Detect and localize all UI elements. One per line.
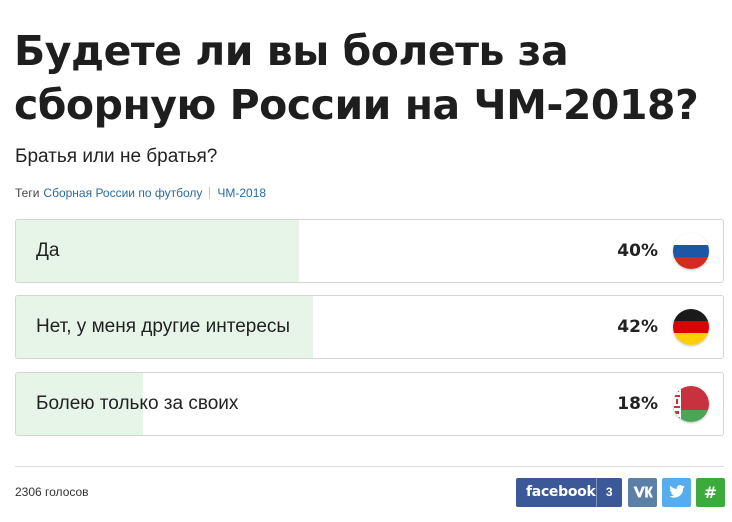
facebook-share-button[interactable]: facebook 3 bbox=[516, 478, 622, 507]
belarus-flag-icon bbox=[673, 386, 709, 422]
germany-flag-icon bbox=[673, 309, 709, 345]
hash-label: # bbox=[703, 483, 718, 502]
vk-icon bbox=[633, 483, 653, 502]
option-percent: 18% bbox=[617, 394, 658, 414]
poll-option-no[interactable]: Нет, у меня другие интересы 42% bbox=[15, 295, 724, 359]
option-label: Болею только за своих bbox=[36, 393, 239, 414]
option-label: Нет, у меня другие интересы bbox=[36, 316, 291, 337]
tag-link-wc-2018[interactable]: ЧМ-2018 bbox=[217, 185, 266, 201]
divider bbox=[15, 466, 724, 467]
tags-label: Теги bbox=[15, 186, 40, 200]
vote-count: 2306 голосов bbox=[15, 485, 89, 499]
facebook-label: facebook bbox=[526, 484, 596, 500]
vk-share-button[interactable] bbox=[628, 478, 657, 507]
facebook-share-count: 3 bbox=[595, 478, 622, 507]
option-percent: 40% bbox=[617, 241, 658, 261]
poll-title: Будете ли вы болеть за сборную России на… bbox=[14, 27, 699, 129]
twitter-share-button[interactable] bbox=[662, 478, 691, 507]
tag-separator bbox=[209, 187, 211, 199]
russia-flag-icon bbox=[673, 233, 709, 269]
option-label: Да bbox=[36, 240, 60, 261]
tag-link-russia-team[interactable]: Сборная России по футболу bbox=[43, 185, 202, 201]
option-percent: 42% bbox=[617, 317, 658, 337]
poll-option-own[interactable]: Болею только за своих 18% bbox=[15, 372, 724, 436]
hashtag-share-button[interactable]: # bbox=[696, 478, 725, 507]
poll-subtitle: Братья или не братья? bbox=[15, 146, 218, 167]
twitter-icon bbox=[668, 483, 685, 502]
poll-option-yes[interactable]: Да 40% bbox=[15, 219, 724, 283]
tags-row: Теги Сборная России по футболу ЧМ-2018 bbox=[15, 185, 266, 201]
